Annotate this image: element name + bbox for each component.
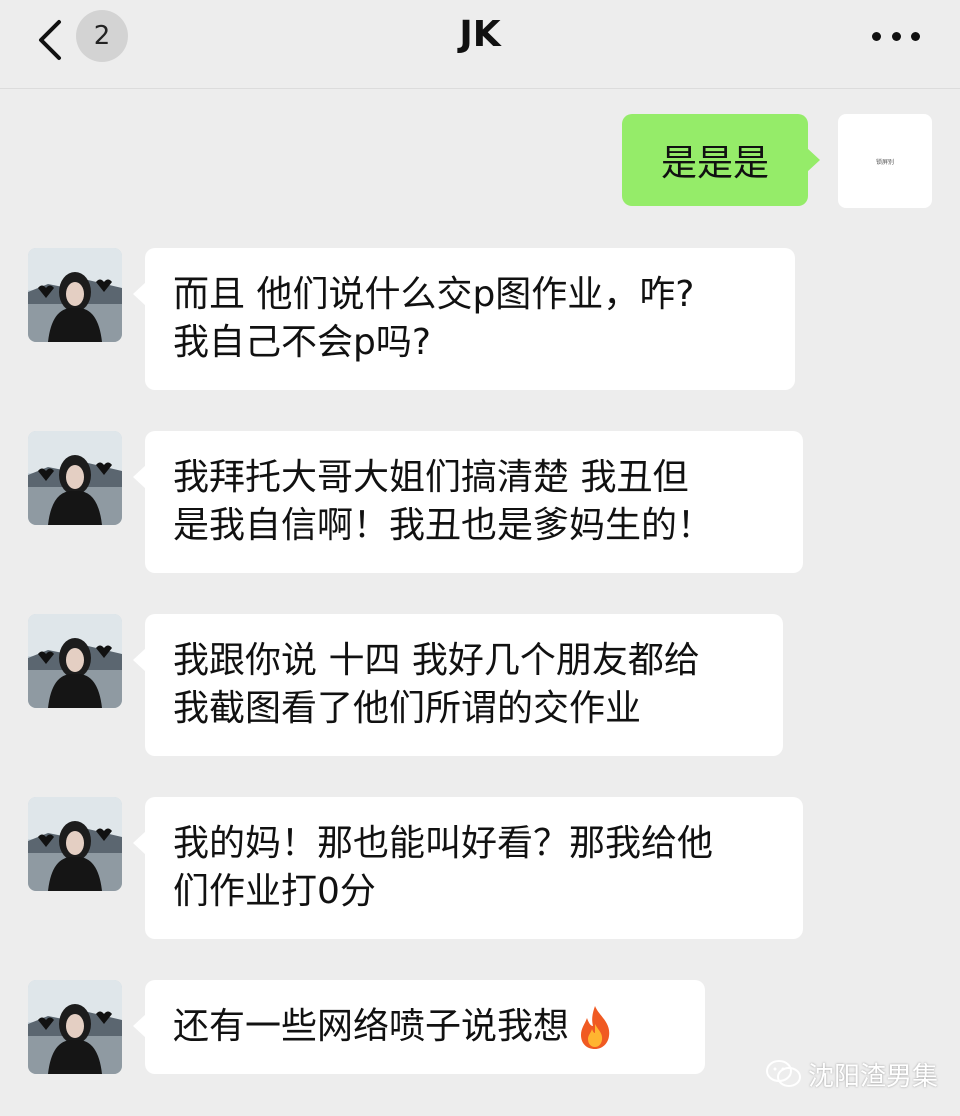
message-text: 是是是 xyxy=(660,143,769,184)
message-line: 们作业打0分 xyxy=(173,871,376,912)
message-bubble-other[interactable]: 我拜托大哥大姐们搞清楚 我丑但 是我自信啊！我丑也是爹妈生的！ xyxy=(133,431,803,573)
message-line: 我自己不会p吗? xyxy=(173,322,431,363)
wechat-icon xyxy=(766,1060,801,1087)
message-line: 我拜托大哥大姐们搞清楚 我丑但 xyxy=(173,457,689,498)
contact-avatar[interactable] xyxy=(28,614,122,708)
message-bubble-other[interactable]: 而且 他们说什么交p图作业，咋? 我自己不会p吗? xyxy=(133,248,795,390)
fire-icon xyxy=(581,1006,610,1049)
chat-title: JK xyxy=(459,14,501,55)
contact-avatar[interactable] xyxy=(28,980,122,1074)
contact-avatar[interactable] xyxy=(28,797,122,891)
message-bubble-self[interactable]: 是是是 xyxy=(622,114,820,206)
avatar-text: 锁屏别 xyxy=(875,158,894,166)
watermark: 沈阳渣男集 xyxy=(766,1056,938,1092)
message-line: 是我自信啊！我丑也是爹妈生的！ xyxy=(173,505,714,546)
chat-header: 2 JK xyxy=(0,0,960,89)
message-line: 而且 他们说什么交p图作业，咋? xyxy=(173,274,695,315)
message-bubble-other[interactable]: 我跟你说 十四 我好几个朋友都给 我截图看了他们所谓的交作业 xyxy=(133,614,783,756)
message-line: 我截图看了他们所谓的交作业 xyxy=(173,688,642,729)
message-bubble-other[interactable]: 我的妈！那也能叫好看？那我给他 们作业打0分 xyxy=(133,797,803,939)
message-line: 我跟你说 十四 我好几个朋友都给 xyxy=(173,640,700,681)
ellipsis-icon xyxy=(872,31,881,41)
contact-avatar[interactable] xyxy=(28,248,122,342)
message-line: 我的妈！那也能叫好看？那我给他 xyxy=(173,823,714,864)
contact-avatar[interactable] xyxy=(28,431,122,525)
self-avatar[interactable]: 锁屏别 xyxy=(838,114,932,208)
message-line: 还有一些网络喷子说我想 xyxy=(173,1006,570,1047)
more-options-button[interactable] xyxy=(872,24,920,48)
message-bubble-other[interactable]: 还有一些网络喷子说我想 xyxy=(133,980,705,1074)
watermark-text: 沈阳渣男集 xyxy=(808,1061,939,1092)
